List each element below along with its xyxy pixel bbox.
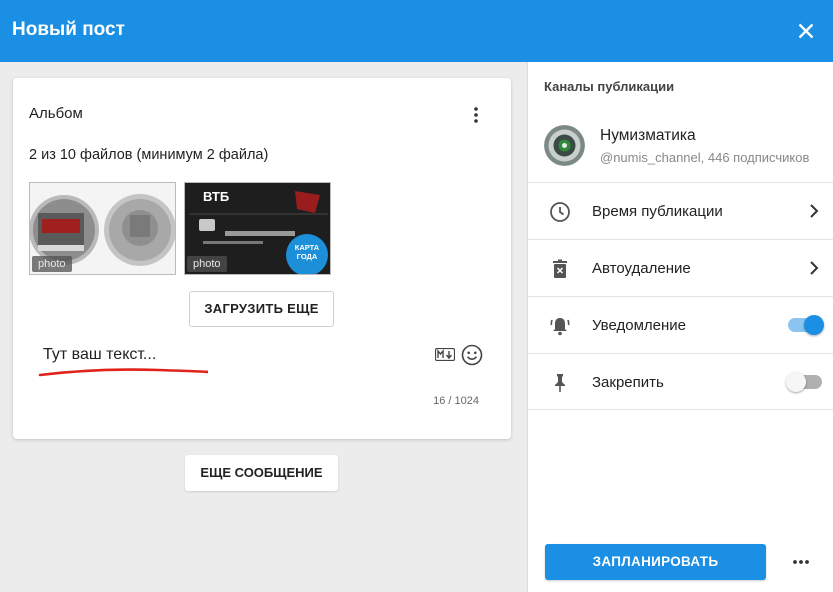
album-title: Альбом: [29, 105, 83, 122]
channel-item[interactable]: Нумизматика @numis_channel, 446 подписчи…: [528, 112, 833, 182]
notification-toggle[interactable]: [788, 315, 824, 335]
emoji-icon[interactable]: [461, 344, 483, 366]
red-underline-annotation: [38, 368, 208, 377]
photo-badge: photo: [32, 256, 72, 272]
option-label: Автоудаление: [592, 260, 691, 277]
chevron-right-icon: [810, 204, 819, 218]
pin-toggle[interactable]: [786, 372, 822, 392]
channel-name: Нумизматика: [600, 127, 696, 144]
publish-settings-sidebar: Каналы публикации Нумизматика @numis_cha…: [527, 62, 833, 592]
photo-thumbnail-coins[interactable]: photo: [29, 182, 176, 275]
close-icon[interactable]: [793, 18, 819, 44]
markdown-icon[interactable]: [435, 348, 455, 361]
photo-thumbnail-card[interactable]: ВТБ КАРТА ГОДА photo: [184, 182, 331, 275]
schedule-button[interactable]: ЗАПЛАНИРОВАТЬ: [545, 544, 766, 580]
top-app-bar: Новый пост: [0, 0, 833, 62]
option-auto-delete[interactable]: Автоудаление: [528, 239, 833, 296]
more-horiz-icon[interactable]: [790, 552, 812, 572]
more-vert-icon[interactable]: [467, 106, 485, 124]
vtb-logo: ВТБ: [203, 189, 230, 204]
channel-avatar: [544, 125, 585, 166]
bell-ring-icon: [550, 318, 570, 336]
delete-timer-icon: [553, 259, 567, 278]
option-notification[interactable]: Уведомление: [528, 296, 833, 353]
option-label: Уведомление: [592, 317, 687, 334]
files-count: 2 из 10 файлов (минимум 2 файла): [29, 147, 269, 163]
chevron-right-icon: [810, 261, 819, 275]
pin-icon: [555, 374, 565, 392]
char-counter: 16 / 1024: [433, 395, 479, 407]
option-label: Время публикации: [592, 203, 723, 220]
channels-label: Каналы публикации: [544, 79, 675, 94]
post-editor-pane: Альбом 2 из 10 файлов (минимум 2 файла) …: [0, 62, 527, 592]
channel-subtitle: @numis_channel, 446 подписчиков: [600, 150, 810, 165]
post-card: Альбом 2 из 10 файлов (минимум 2 файла) …: [13, 78, 511, 439]
photo-badge: photo: [187, 256, 227, 272]
option-label: Закрепить: [592, 374, 664, 391]
card-sticker: КАРТА ГОДА: [294, 243, 320, 261]
message-text-field[interactable]: Тут ваш текст...: [43, 346, 156, 364]
clock-icon: [550, 202, 570, 222]
option-publish-time[interactable]: Время публикации: [528, 182, 833, 239]
add-message-button[interactable]: ЕЩЕ СООБЩЕНИЕ: [185, 455, 338, 491]
page-title: Новый пост: [12, 19, 125, 40]
upload-more-button[interactable]: ЗАГРУЗИТЬ ЕЩЕ: [189, 291, 334, 327]
option-pin[interactable]: Закрепить: [528, 353, 833, 410]
